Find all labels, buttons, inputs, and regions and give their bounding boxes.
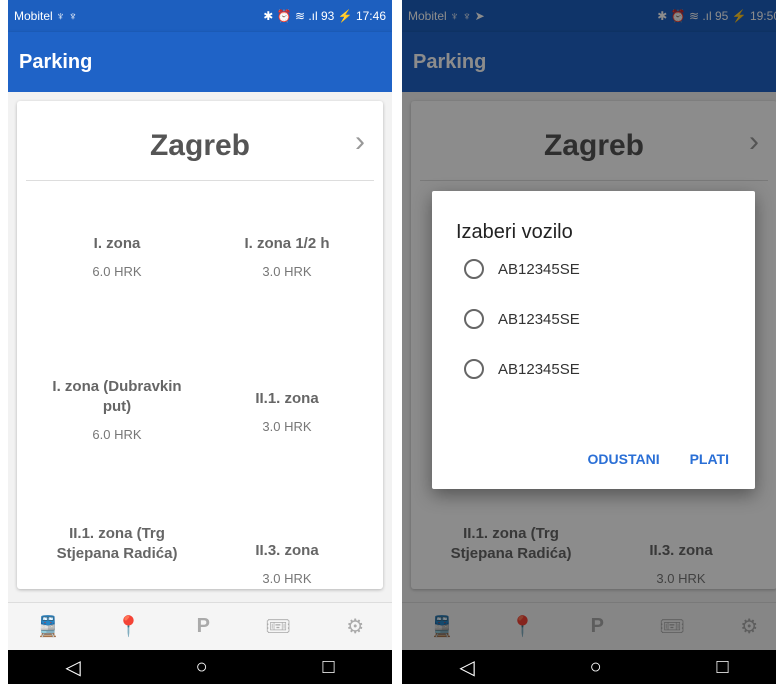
zone-name: II.1. zona — [255, 390, 319, 407]
zone-name: I. zona — [93, 235, 141, 252]
zone-item[interactable]: II.1. zona 3.0 HRK — [207, 389, 367, 434]
carrier-text: Mobitel ♆ ♆ — [14, 9, 78, 23]
parking-icon[interactable]: P — [197, 615, 210, 638]
content-area: Zagreb › I. zona 6.0 HRK I. zona 1/2 h 3… — [8, 92, 392, 602]
radio-button[interactable] — [464, 309, 484, 329]
pay-button[interactable]: PLATI — [690, 451, 729, 467]
zone-name: I. zona 1/2 h — [244, 235, 330, 252]
dialog-actions: ODUSTANI PLATI — [588, 451, 729, 467]
status-right: ✱ ⏰ ≋ .ıl 93 ⚡ 17:46 — [263, 9, 386, 23]
system-nav-bar: ◁ ○ □ — [402, 650, 776, 684]
zone-price: 3.0 HRK — [262, 571, 312, 586]
zone-card: Zagreb › I. zona 6.0 HRK I. zona 1/2 h 3… — [17, 101, 383, 589]
phone-left: Mobitel ♆ ♆ ✱ ⏰ ≋ .ıl 93 ⚡ 17:46 Parking… — [8, 0, 392, 684]
vehicle-plate: AB12345SE — [498, 310, 580, 328]
settings-gear-icon[interactable]: ⚙ — [346, 614, 364, 639]
ticket-icon[interactable]: 🎟 — [265, 614, 290, 639]
recents-icon[interactable]: □ — [716, 656, 728, 679]
zone-price: 6.0 HRK — [92, 427, 142, 442]
train-icon[interactable]: 🚆 — [36, 614, 61, 639]
recents-icon[interactable]: □ — [322, 656, 334, 679]
vehicle-plate: AB12345SE — [498, 360, 580, 378]
status-bar: Mobitel ♆ ♆ ✱ ⏰ ≋ .ıl 93 ⚡ 17:46 — [8, 0, 392, 32]
zone-price: 3.0 HRK — [262, 419, 312, 434]
zone-price: 3.0 HRK — [262, 264, 312, 279]
divider — [26, 180, 374, 181]
radio-button[interactable] — [464, 359, 484, 379]
city-title[interactable]: Zagreb — [17, 129, 383, 163]
bottom-navigation: 🚆 📍 P 🎟 ⚙ — [8, 602, 392, 650]
home-icon[interactable]: ○ — [196, 656, 208, 679]
back-icon[interactable]: ◁ — [65, 655, 80, 680]
app-bar: Parking — [8, 32, 392, 92]
zone-item[interactable]: II.1. zona (Trg Stjepana Radića) — [37, 524, 197, 574]
vehicle-plate: AB12345SE — [498, 260, 580, 278]
zone-item[interactable]: I. zona (Dubravkin put) 6.0 HRK — [37, 377, 197, 442]
cancel-button[interactable]: ODUSTANI — [588, 451, 660, 467]
vehicle-option[interactable]: AB12345SE — [456, 294, 731, 344]
vehicle-option[interactable]: AB12345SE — [456, 344, 731, 394]
app-title: Parking — [19, 50, 93, 73]
zone-item[interactable]: I. zona 1/2 h 3.0 HRK — [207, 234, 367, 279]
location-pin-icon[interactable]: 📍 — [116, 614, 141, 639]
chevron-right-icon[interactable]: › — [355, 125, 365, 159]
vehicle-option[interactable]: AB12345SE — [456, 244, 731, 294]
home-icon[interactable]: ○ — [590, 656, 602, 679]
system-nav-bar: ◁ ○ □ — [8, 650, 392, 684]
zone-name: II.3. zona — [255, 542, 319, 559]
zone-name: II.1. zona (Trg Stjepana Radića) — [56, 525, 178, 562]
zone-name: I. zona (Dubravkin put) — [52, 378, 182, 415]
dialog-title: Izaberi vozilo — [456, 221, 573, 243]
zone-item[interactable]: II.3. zona 3.0 HRK — [207, 541, 367, 586]
phone-right: Mobitel ♆ ♆ ➤ ✱ ⏰ ≋ .ıl 95 ⚡ 19:50 Parki… — [402, 0, 776, 684]
back-icon[interactable]: ◁ — [459, 655, 474, 680]
select-vehicle-dialog: Izaberi vozilo AB12345SE AB12345SE AB123… — [432, 191, 755, 489]
radio-button[interactable] — [464, 259, 484, 279]
zone-item[interactable]: I. zona 6.0 HRK — [37, 234, 197, 279]
zone-price: 6.0 HRK — [92, 264, 142, 279]
